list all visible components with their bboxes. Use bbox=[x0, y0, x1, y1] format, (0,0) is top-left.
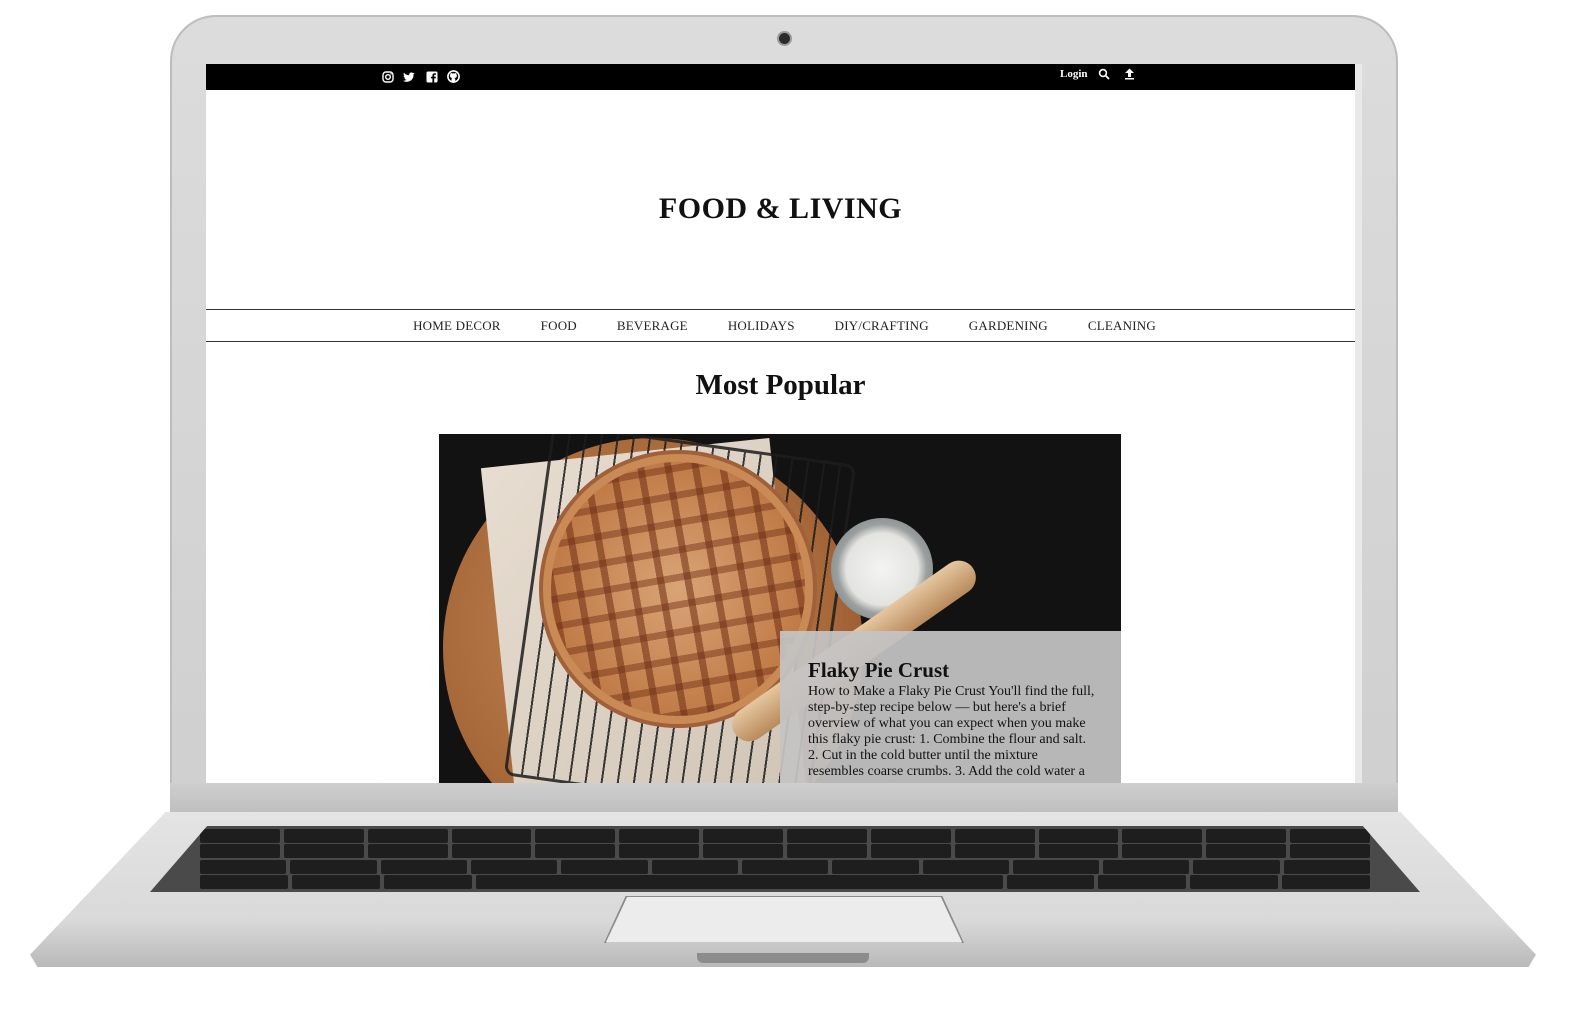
featured-post-overlay: Flaky Pie Crust How to Make a Flaky Pie … bbox=[780, 631, 1121, 783]
site-title[interactable]: FOOD & LIVING bbox=[206, 192, 1355, 226]
laptop-notch bbox=[697, 953, 869, 963]
trackpad bbox=[606, 897, 962, 942]
upload-icon[interactable] bbox=[1124, 68, 1135, 80]
browser-viewport: Login FOOD & LIVING HOME DECOR FOOD BEVE… bbox=[206, 64, 1355, 783]
camera-icon bbox=[779, 33, 790, 44]
nav-item-holidays[interactable]: HOLIDAYS bbox=[728, 318, 795, 334]
nav-item-diy-crafting[interactable]: DIY/CRAFTING bbox=[835, 318, 929, 334]
twitter-icon[interactable] bbox=[402, 69, 417, 84]
nav-item-cleaning[interactable]: CLEANING bbox=[1088, 318, 1156, 334]
keyboard bbox=[150, 826, 1420, 892]
github-icon[interactable] bbox=[446, 69, 461, 84]
top-bar: Login bbox=[206, 64, 1355, 90]
nav-item-gardening[interactable]: GARDENING bbox=[969, 318, 1048, 334]
login-link[interactable]: Login bbox=[1060, 68, 1088, 80]
featured-post-card[interactable]: Flaky Pie Crust How to Make a Flaky Pie … bbox=[439, 434, 1121, 783]
social-links bbox=[380, 69, 461, 84]
search-icon[interactable] bbox=[1098, 68, 1110, 80]
user-actions: Login bbox=[1060, 68, 1135, 80]
nav-item-food[interactable]: FOOD bbox=[541, 318, 577, 334]
section-title: Most Popular bbox=[695, 369, 866, 401]
nav-item-beverage[interactable]: BEVERAGE bbox=[617, 318, 688, 334]
nav-item-home-decor[interactable]: HOME DECOR bbox=[413, 318, 501, 334]
featured-post-excerpt: How to Make a Flaky Pie Crust You'll fin… bbox=[808, 684, 1095, 780]
instagram-icon[interactable] bbox=[380, 69, 395, 84]
screen-edge bbox=[1355, 64, 1362, 783]
featured-post-title[interactable]: Flaky Pie Crust bbox=[808, 658, 1097, 682]
pie-image bbox=[551, 462, 805, 716]
laptop-hinge bbox=[170, 783, 1398, 815]
main-nav: HOME DECOR FOOD BEVERAGE HOLIDAYS DIY/CR… bbox=[206, 309, 1355, 342]
facebook-icon[interactable] bbox=[424, 69, 439, 84]
